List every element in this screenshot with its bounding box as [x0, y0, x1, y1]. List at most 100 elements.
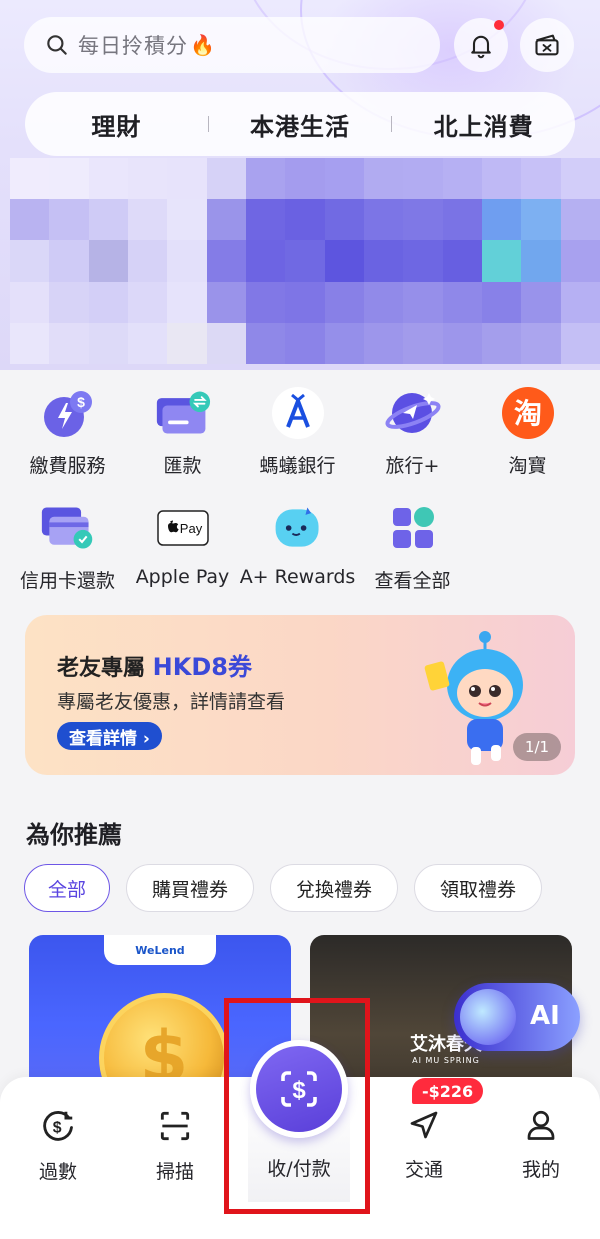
- shortcut-label: 信用卡還款: [19, 570, 115, 592]
- person-icon: [527, 1110, 555, 1140]
- banner-pixel: [10, 281, 50, 323]
- banner-pixel: [403, 158, 443, 200]
- segment-local-life[interactable]: 本港生活: [209, 107, 392, 142]
- banner-pixel: [521, 158, 561, 200]
- chip-redeem-voucher[interactable]: 兌換禮券: [270, 864, 398, 912]
- shortcut-credit-card-repay[interactable]: 信用卡還款: [10, 500, 125, 593]
- banner-pixel: [481, 199, 522, 241]
- banner-pixel: [245, 322, 286, 364]
- banner-pixel: [206, 158, 246, 200]
- rewards-icon: [270, 500, 326, 556]
- banner-pixel: [363, 281, 404, 323]
- banner-pixel: [560, 199, 600, 241]
- banner-pixel: [10, 199, 50, 241]
- tab-profile[interactable]: 我的: [491, 1107, 591, 1182]
- apple-pay-icon: Pay: [155, 500, 211, 556]
- tab-label: 掃描: [155, 1161, 194, 1183]
- banner-pixel: [285, 322, 325, 364]
- banner-pixel: [521, 322, 561, 364]
- banner-pixel: [88, 158, 128, 200]
- promo-banner[interactable]: 老友專屬 HKD8券 專屬老友優惠，詳情請查看 查看詳情 › 1/1: [25, 615, 575, 775]
- banner-pixel: [245, 158, 286, 200]
- banner-pixel: [363, 322, 404, 364]
- banner-pixel: [206, 199, 246, 241]
- segment-finance[interactable]: 理財: [25, 107, 208, 142]
- taobao-glyph: 淘: [513, 397, 541, 430]
- shortcut-travel[interactable]: 旅行+: [355, 385, 470, 478]
- banner-pixel: [206, 322, 246, 364]
- credit-card-repay-icon: [40, 500, 96, 556]
- tab-label: 過數: [38, 1161, 77, 1183]
- shortcut-label: 查看全部: [374, 570, 451, 592]
- banner-pixel: [10, 322, 50, 364]
- banner-pixel: [167, 322, 207, 364]
- ticket-icon: [535, 34, 559, 56]
- search-input[interactable]: 每日拎積分 🔥: [24, 17, 440, 73]
- tab-transport[interactable]: 交通: [374, 1107, 474, 1182]
- shortcut-taobao[interactable]: 淘 淘寶: [470, 385, 585, 478]
- search-icon: [47, 35, 67, 55]
- shortcut-label: 螞蟻銀行: [259, 455, 336, 477]
- voucher-wallet-button[interactable]: [520, 18, 574, 72]
- banner-pixel: [481, 240, 522, 282]
- tab-transfer[interactable]: $ 過數: [8, 1107, 108, 1184]
- banner-pixel: [285, 158, 325, 200]
- banner-pixel: [167, 158, 207, 200]
- banner-pixel: [127, 240, 168, 282]
- ai-label: AI: [530, 1001, 560, 1031]
- shortcut-a-plus-rewards[interactable]: A+ Rewards: [240, 500, 355, 593]
- segment-northbound[interactable]: 北上消費: [392, 107, 575, 142]
- chip-buy-voucher[interactable]: 購買禮券: [126, 864, 254, 912]
- header-area: 每日拎積分 🔥 理財 本港生活 北上消費: [0, 0, 600, 370]
- promo-title-prefix: 老友專屬: [57, 656, 153, 681]
- banner-pixel: [403, 199, 443, 241]
- ai-assistant-button[interactable]: AI: [454, 983, 580, 1051]
- banner-pixel: [285, 281, 325, 323]
- hero-banner-pixelated[interactable]: [10, 158, 600, 364]
- banner-pixel: [49, 240, 89, 282]
- shortcut-label: 匯款: [163, 455, 202, 477]
- banner-pixel: [363, 158, 404, 200]
- tab-scan[interactable]: 掃描: [125, 1107, 225, 1184]
- view-all-icon: [385, 500, 441, 556]
- bill-payment-icon: $: [40, 385, 96, 441]
- page-indicator: 1/1: [513, 733, 561, 761]
- banner-pixel: [245, 240, 286, 282]
- annotation-highlight-box: [224, 998, 370, 1214]
- banner-pixel: [167, 199, 207, 241]
- banner-pixel: [560, 240, 600, 282]
- travel-icon: [384, 385, 441, 441]
- shortcut-label: 淘寶: [508, 455, 547, 477]
- bell-icon: [471, 35, 491, 59]
- category-segment: 理財 本港生活 北上消費: [25, 92, 575, 156]
- banner-pixel: [324, 158, 364, 200]
- shortcut-ant-bank[interactable]: 螞蟻銀行: [240, 385, 355, 478]
- shortcut-label: A+ Rewards: [239, 566, 356, 588]
- promo-details-button[interactable]: 查看詳情 ›: [57, 722, 162, 750]
- promo-title-highlight: HKD8券: [152, 653, 252, 681]
- banner-pixel: [10, 240, 50, 282]
- shortcut-view-all[interactable]: 查看全部: [355, 500, 470, 593]
- banner-pixel: [88, 281, 128, 323]
- banner-pixel: [481, 322, 522, 364]
- banner-pixel: [206, 281, 246, 323]
- chip-claim-voucher[interactable]: 領取禮券: [414, 864, 542, 912]
- shortcut-apple-pay[interactable]: Pay Apple Pay: [125, 500, 240, 593]
- banner-pixel: [49, 281, 89, 323]
- notification-button[interactable]: [454, 18, 508, 72]
- ai-avatar-icon: [460, 989, 516, 1045]
- shortcut-bill-payment[interactable]: $ 繳費服務: [10, 385, 125, 478]
- banner-pixel: [363, 240, 404, 282]
- shortcut-remittance[interactable]: 匯款: [125, 385, 240, 478]
- tab-label: 交通: [404, 1159, 443, 1181]
- chip-all[interactable]: 全部: [24, 864, 110, 912]
- banner-pixel: [167, 240, 207, 282]
- promo-subtitle: 專屬老友優惠，詳情請查看: [57, 691, 286, 713]
- banner-pixel: [88, 322, 128, 364]
- banner-pixel: [560, 281, 600, 323]
- transport-discount-badge: -$226: [412, 1078, 484, 1104]
- banner-pixel: [481, 158, 522, 200]
- banner-pixel: [560, 322, 600, 364]
- banner-pixel: [481, 281, 522, 323]
- banner-pixel: [442, 199, 482, 241]
